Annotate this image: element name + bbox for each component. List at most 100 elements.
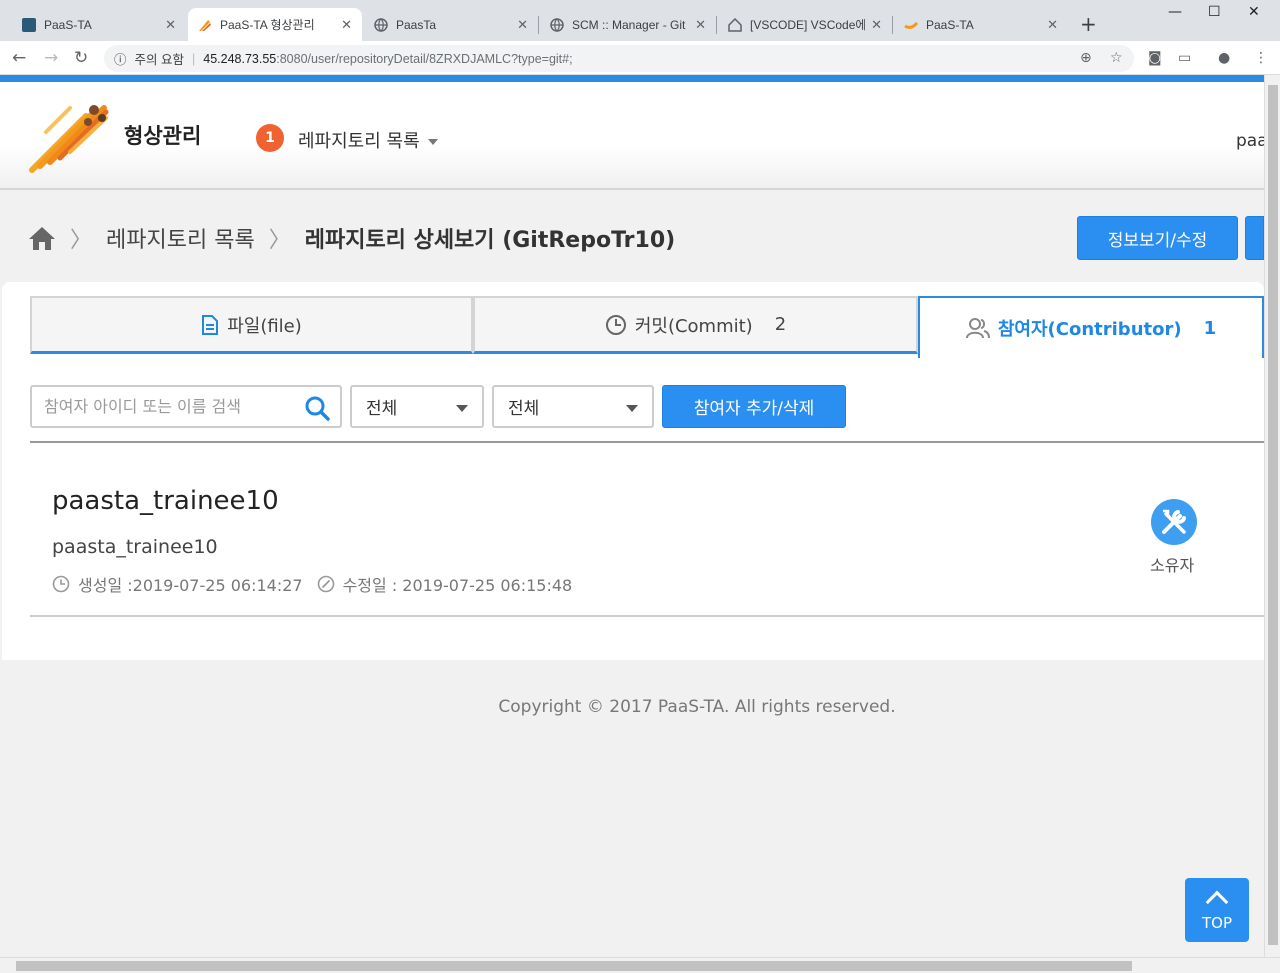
secondary-action-button[interactable] [1245, 216, 1264, 260]
chevron-down-icon [626, 405, 638, 412]
list-divider [30, 441, 1264, 443]
close-icon[interactable]: ✕ [165, 17, 176, 33]
contributor-count: 1 [1203, 317, 1217, 339]
menu-icon[interactable]: ⋮ [1254, 50, 1268, 66]
close-icon[interactable]: ✕ [341, 17, 352, 33]
chevron-down-icon [427, 139, 438, 145]
chevron-right-icon: 〉 [268, 228, 291, 253]
scroll-to-top-button[interactable]: TOP [1185, 878, 1249, 942]
close-icon[interactable]: ✕ [1047, 17, 1058, 33]
repository-detail-panel: 파일(file) 커밋(Commit) 2 참여자(Contributor) 1 [2, 282, 1264, 660]
tab-file[interactable]: 파일(file) [30, 296, 473, 354]
cast-icon[interactable]: ▭ [1178, 50, 1191, 66]
filter-select-1-value: 전체 [366, 399, 398, 419]
tab-label: PaaS-TA [44, 17, 92, 32]
app-icon [22, 17, 36, 32]
wrench-screwdriver-icon [1151, 499, 1197, 545]
browser-tab-paasta2[interactable]: PaasTa ✕ [364, 8, 538, 41]
search-icon[interactable] [304, 395, 330, 421]
top-accent-bar [0, 75, 1264, 82]
member-id: paasta_trainee10 [52, 536, 218, 558]
breadcrumb: 〉 레파지토리 목록 〉 레파지토리 상세보기 (GitRepoTr10) [28, 218, 675, 258]
notification-badge: 1 [256, 124, 284, 152]
footer: Copyright © 2017 PaaS-TA. All rights res… [0, 697, 1280, 717]
list-divider-bottom [30, 615, 1264, 617]
browser-tab-scm-manager[interactable]: SCM :: Manager - Git ✕ [540, 8, 716, 41]
zoom-icon[interactable]: ⊕ [1080, 50, 1092, 66]
created-date: 생성일 :2019-07-25 06:14:27 [78, 576, 303, 595]
vertical-scrollbar-thumb[interactable] [1268, 85, 1278, 945]
address-bar: ← → ↻ ⓘ 주의 요함 | 45.248.73.55 :8080/user/… [0, 41, 1280, 75]
filter-select-2-value: 전체 [508, 399, 540, 419]
info-icon[interactable]: ⓘ [114, 49, 127, 68]
tab-contributor[interactable]: 참여자(Contributor) 1 [918, 296, 1264, 358]
member-role: 소유자 [1150, 556, 1195, 575]
browser-tab-scm[interactable]: PaaS-TA 형상관리 ✕ [188, 8, 362, 41]
repository-list-menu-label: 레파지토리 목록 [298, 131, 420, 152]
filter-select-2[interactable]: 전체 [492, 385, 654, 428]
app-title[interactable]: 형상관리 [124, 120, 201, 150]
add-remove-contributor-button[interactable]: 참여자 추가/삭제 [662, 385, 846, 428]
contributor-search [30, 385, 342, 428]
profile-icon[interactable]: ● [1218, 50, 1230, 66]
tab-label: PaaS-TA [926, 17, 974, 32]
globe-icon [374, 17, 388, 32]
tab-label: [VSCODE] VSCode에 ( [750, 18, 866, 32]
tab-label: PaasTa [396, 17, 437, 32]
close-icon[interactable]: ✕ [517, 17, 528, 33]
security-label[interactable]: 주의 요함 [135, 49, 184, 68]
browser-tab-bar: PaaS-TA ✕ PaaS-TA 형상관리 ✕ PaasTa ✕ SCM ::… [0, 0, 1280, 41]
repository-list-menu[interactable]: 레파지토리 목록 [298, 127, 438, 153]
vertical-scrollbar[interactable] [1264, 75, 1280, 957]
info-edit-button[interactable]: 정보보기/수정 [1077, 216, 1238, 260]
browser-tab-paasta[interactable]: PaaS-TA ✕ [12, 8, 186, 41]
url-field[interactable]: ⓘ 주의 요함 | 45.248.73.55 :8080/user/reposi… [104, 45, 1134, 72]
edit-icon [317, 575, 334, 593]
member-dates: 생성일 :2019-07-25 06:14:27 수정일 : 2019-07-2… [52, 572, 572, 596]
tab-divider [538, 16, 539, 34]
tab-label: PaaS-TA 형상관리 [220, 18, 315, 32]
clock-icon [52, 575, 70, 593]
close-icon[interactable]: ✕ [871, 17, 882, 33]
globe-icon [550, 17, 564, 32]
commit-count: 2 [774, 314, 787, 335]
member-name: paasta_trainee10 [52, 486, 279, 516]
modified-date: 수정일 : 2019-07-25 06:15:48 [342, 576, 573, 595]
scm-logo-icon[interactable] [26, 92, 112, 174]
back-icon[interactable]: ← [12, 48, 26, 68]
scroll-to-top-label: TOP [1201, 914, 1232, 932]
tab-label: SCM :: Manager - Git [572, 17, 686, 32]
url-path: :8080/user/repositoryDetail/8ZRXDJAMLC?t… [276, 51, 573, 66]
browser-tab-paasta3[interactable]: PaaS-TA ✕ [894, 8, 1068, 41]
home-icon[interactable] [28, 225, 56, 251]
filter-select-1[interactable]: 전체 [350, 385, 484, 428]
scm-logo-icon [198, 18, 212, 32]
maximize-button[interactable]: ☐ [1208, 4, 1221, 20]
tab-commit[interactable]: 커밋(Commit) 2 [473, 296, 918, 354]
horizontal-scrollbar[interactable] [0, 957, 1280, 973]
close-icon[interactable]: ✕ [695, 17, 706, 33]
clock-icon [605, 314, 626, 335]
page-title: 레파지토리 상세보기 (GitRepoTr10) [304, 228, 676, 253]
new-tab-button[interactable]: + [1080, 12, 1097, 36]
search-input[interactable] [44, 387, 304, 425]
file-icon [202, 314, 219, 335]
horizontal-scrollbar-thumb[interactable] [16, 961, 1132, 971]
tab-divider [892, 16, 893, 34]
tab-commit-label: 커밋(Commit) [634, 315, 753, 337]
house-icon [728, 17, 742, 32]
window-close-button[interactable]: ✕ [1248, 4, 1260, 20]
users-icon [965, 318, 990, 339]
forward-icon[interactable]: → [44, 48, 58, 68]
url-host: 45.248.73.55 [203, 51, 277, 66]
breadcrumb-repository-list[interactable]: 레파지토리 목록 [106, 222, 255, 254]
tab-divider [716, 16, 717, 34]
camera-icon[interactable]: ◙ [1148, 50, 1162, 66]
reload-icon[interactable]: ↻ [74, 48, 88, 68]
tab-file-label: 파일(file) [227, 315, 302, 337]
app-header: 형상관리 1 레파지토리 목록 paa [0, 82, 1268, 190]
minimize-button[interactable]: — [1168, 4, 1182, 20]
browser-tab-vscode[interactable]: [VSCODE] VSCode에 ( ✕ [718, 8, 892, 41]
star-icon[interactable]: ☆ [1110, 50, 1123, 66]
user-menu[interactable]: paa [1236, 131, 1268, 151]
